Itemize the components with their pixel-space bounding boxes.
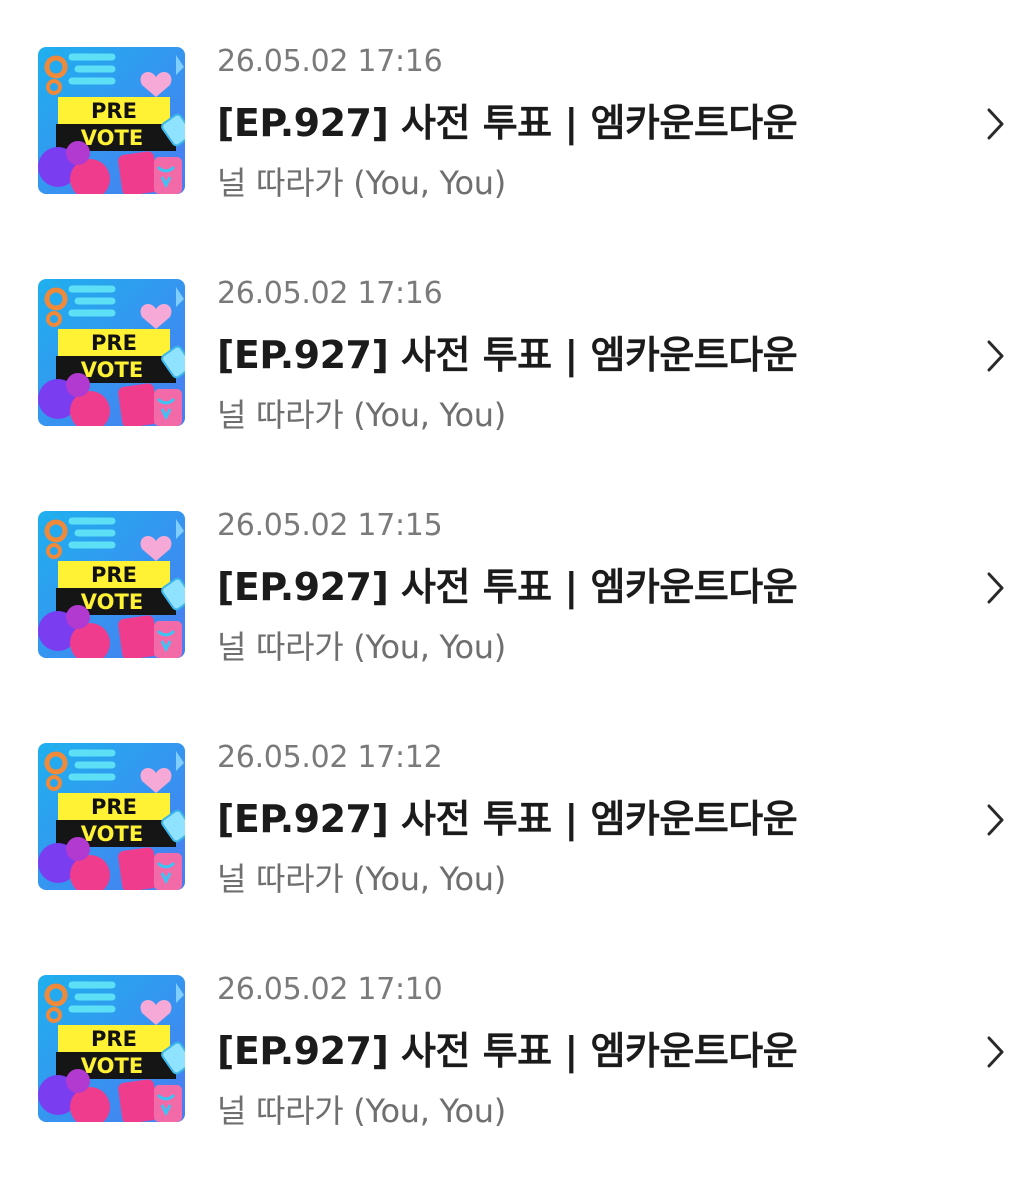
chevron-right-icon[interactable] [980,1032,1010,1072]
list-item[interactable]: PRE VOTE 26.05.02 17:15 [EP.927] 사전 투표 | … [0,464,1018,696]
item-title: [EP.927] 사전 투표 | 엠카운트다운 [217,1029,798,1073]
item-artist: 널 따라가 (You, You) [217,164,506,202]
list-item[interactable]: PRE VOTE 26.05.02 17:12 [EP.927] 사전 투표 | … [0,696,1018,928]
list-item[interactable]: PRE VOTE 26.05.02 17:10 [EP.927] 사전 투표 | … [0,928,1018,1160]
thumb-vote-text: VOTE [81,358,143,382]
thumb-vote-text: VOTE [81,126,143,150]
chevron-right-icon[interactable] [980,568,1010,608]
item-artist: 널 따라가 (You, You) [217,628,506,666]
thumb-pre-text: PRE [91,795,137,819]
list-item[interactable]: PRE VOTE 26.05.02 17:16 [EP.927] 사전 투표 | … [0,0,1018,232]
thumb-pre-text: PRE [91,1027,137,1051]
pre-vote-thumbnail: PRE VOTE [38,279,185,426]
item-title: [EP.927] 사전 투표 | 엠카운트다운 [217,797,798,841]
item-artist: 널 따라가 (You, You) [217,860,506,898]
pre-vote-thumbnail: PRE VOTE [38,47,185,194]
item-date: 26.05.02 17:10 [217,972,443,1007]
chevron-right-icon[interactable] [980,336,1010,376]
pre-vote-thumbnail: PRE VOTE [38,975,185,1122]
thumb-vote-text: VOTE [81,590,143,614]
list-item[interactable]: PRE VOTE 26.05.02 17:16 [EP.927] 사전 투표 | … [0,232,1018,464]
item-title: [EP.927] 사전 투표 | 엠카운트다운 [217,101,798,145]
vote-history-list: PRE VOTE 26.05.02 17:16 [EP.927] 사전 투표 | … [0,0,1018,1177]
pre-vote-thumbnail: PRE VOTE [38,511,185,658]
item-date: 26.05.02 17:16 [217,44,443,79]
thumb-pre-text: PRE [91,99,137,123]
chevron-right-icon[interactable] [980,800,1010,840]
chevron-right-icon[interactable] [980,104,1010,144]
item-date: 26.05.02 17:15 [217,508,443,543]
item-title: [EP.927] 사전 투표 | 엠카운트다운 [217,565,798,609]
thumb-vote-text: VOTE [81,1054,143,1078]
item-artist: 널 따라가 (You, You) [217,1092,506,1130]
thumb-pre-text: PRE [91,563,137,587]
thumb-pre-text: PRE [91,331,137,355]
item-artist: 널 따라가 (You, You) [217,396,506,434]
item-title: [EP.927] 사전 투표 | 엠카운트다운 [217,333,798,377]
item-date: 26.05.02 17:12 [217,740,443,775]
thumb-vote-text: VOTE [81,822,143,846]
pre-vote-thumbnail: PRE VOTE [38,743,185,890]
item-date: 26.05.02 17:16 [217,276,443,311]
